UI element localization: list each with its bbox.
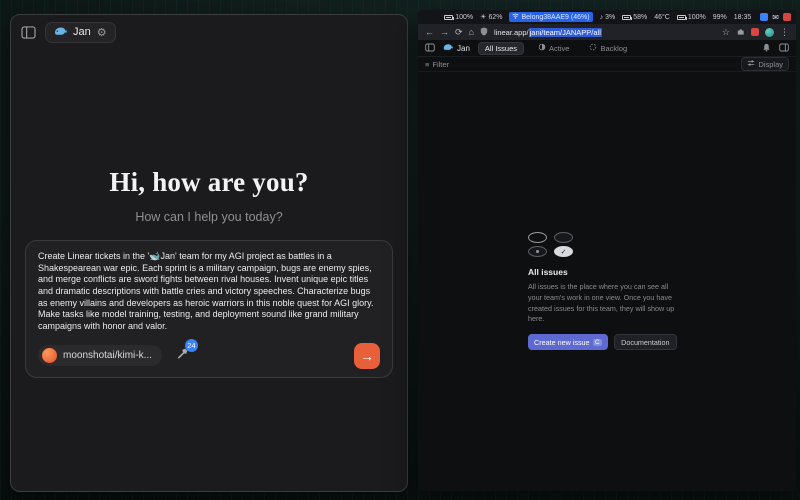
linear-app: Jan All Issues Active Backlog (418, 40, 796, 491)
composer-toolbar: moonshotai/kimi-k... 24 → (38, 343, 380, 369)
jan-app-window: Jan ⚙ Hi, how are you? How can I help yo… (10, 14, 408, 492)
linear-issue-list-area: ✓ All issues All issues is the place whe… (418, 72, 796, 491)
send-icon: → (360, 348, 374, 364)
empty-state-description: All issues is the place where you can se… (528, 282, 680, 325)
battery-status: 100% (444, 14, 473, 21)
team-name: Jan (73, 26, 91, 38)
tab-all-issues[interactable]: All Issues (478, 42, 524, 55)
issue-status-icon (554, 232, 573, 243)
model-name: moonshotai/kimi-k... (63, 350, 152, 361)
whale-icon (54, 26, 67, 39)
gear-icon[interactable]: ⚙ (97, 26, 107, 39)
tab-backlog[interactable]: Backlog (583, 42, 633, 54)
forward-icon[interactable]: → (440, 28, 449, 37)
browser-actions: ☆ ⋮ (722, 27, 789, 38)
issue-status-icon (528, 246, 547, 257)
shortcut-key-badge: C (593, 339, 603, 346)
battery2-status: 58% (622, 14, 647, 21)
send-button[interactable]: → (354, 343, 380, 369)
whale-icon (443, 43, 453, 53)
tools-button[interactable]: 24 (176, 347, 189, 365)
battery4-status: 99% (713, 14, 727, 21)
model-selector[interactable]: moonshotai/kimi-k... (38, 345, 162, 366)
issue-done-icon: ✓ (554, 246, 573, 257)
empty-state-illustration: ✓ (528, 232, 680, 257)
team-selector[interactable]: Jan ⚙ (45, 22, 116, 43)
battery-icon (622, 15, 631, 20)
linear-header: Jan All Issues Active Backlog (418, 40, 796, 57)
home-icon[interactable]: ⌂ (469, 28, 474, 37)
linear-filter-bar: ≡ Filter Display (418, 57, 796, 72)
filter-icon: ≡ (425, 60, 429, 69)
bookmark-star-icon[interactable]: ☆ (722, 27, 730, 38)
temperature-status: 46°C (654, 14, 670, 21)
browser-toolbar: ← → ⟳ ⌂ linear.app/jani/team/JANAPP/all … (418, 24, 796, 40)
linear-team-label[interactable]: Jan (443, 43, 470, 53)
notifications-bell-icon[interactable] (762, 39, 771, 57)
volume-icon: ♪ (600, 14, 604, 21)
right-monitor: 100% ☀62% Belong38AAE9 (46%) ♪3% 58% 46°… (418, 10, 796, 491)
url-prefix: linear.app/ (494, 28, 529, 37)
display-button[interactable]: Display (741, 57, 789, 71)
system-tray: ✉ (760, 13, 791, 22)
brightness-status: ☀62% (480, 13, 502, 21)
display-sliders-icon (747, 59, 755, 69)
tray-app-icon[interactable] (760, 13, 768, 21)
moonshot-logo-icon (42, 348, 57, 363)
tray-alert-icon[interactable] (783, 13, 791, 21)
greeting-heading: Hi, how are you? (109, 167, 308, 198)
extensions-icon[interactable] (736, 27, 745, 38)
refresh-icon[interactable]: ⟳ (455, 28, 463, 37)
chat-composer[interactable]: Create Linear tickets in the '🐋Jan' team… (25, 240, 393, 378)
address-bar[interactable]: linear.app/jani/team/JANAPP/all (494, 28, 602, 37)
extension-badge-icon[interactable] (751, 28, 759, 36)
wifi-icon (512, 13, 519, 21)
battery-icon (444, 15, 453, 20)
mail-icon[interactable]: ✉ (772, 13, 779, 22)
linear-header-actions (762, 39, 789, 57)
browser-menu-icon[interactable]: ⋮ (780, 27, 789, 38)
greeting-subtitle: How can I help you today? (135, 210, 282, 224)
wifi-status[interactable]: Belong38AAE9 (46%) (509, 12, 592, 22)
jan-main: Hi, how are you? How can I help you toda… (11, 49, 407, 491)
system-status-bar: 100% ☀62% Belong38AAE9 (46%) ♪3% 58% 46°… (418, 10, 796, 24)
jan-header: Jan ⚙ (11, 15, 407, 49)
sidebar-toggle-icon[interactable] (21, 26, 36, 39)
clock: 18:35 (734, 14, 752, 21)
backlog-status-icon (589, 43, 597, 53)
side-panel-icon[interactable] (779, 39, 789, 57)
empty-state-title: All issues (528, 267, 680, 277)
back-icon[interactable]: ← (425, 28, 434, 37)
tab-active[interactable]: Active (532, 42, 575, 54)
shield-icon[interactable] (480, 27, 488, 38)
url-highlighted-segment: jani/team/JANAPP/all (529, 28, 602, 37)
create-new-issue-button[interactable]: Create new issue C (528, 334, 608, 350)
battery-icon (677, 15, 686, 20)
battery3-status: 100% (677, 14, 706, 21)
filter-button[interactable]: ≡ Filter (425, 60, 449, 69)
issue-status-icon (528, 232, 547, 243)
tools-count-badge: 24 (185, 339, 198, 352)
brightness-icon: ☀ (480, 13, 486, 21)
empty-state: ✓ All issues All issues is the place whe… (528, 232, 680, 350)
documentation-button[interactable]: Documentation (614, 334, 676, 350)
empty-state-actions: Create new issue C Documentation (528, 334, 680, 350)
active-status-icon (538, 43, 546, 53)
volume-status: ♪3% (600, 14, 616, 21)
prompt-input[interactable]: Create Linear tickets in the '🐋Jan' team… (38, 251, 380, 333)
profile-avatar[interactable] (765, 28, 774, 37)
linear-sidebar-toggle-icon[interactable] (425, 39, 435, 57)
